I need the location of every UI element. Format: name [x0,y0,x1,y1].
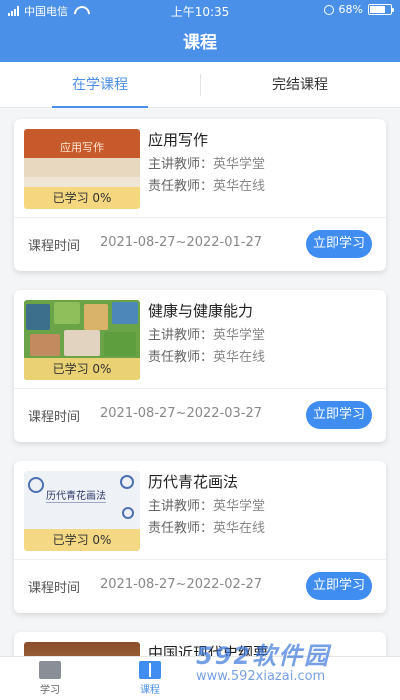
watermark-brand: 592软件园 [196,642,331,670]
status-bar: 中国电信 上午10:35 68% [0,0,400,20]
page-title: 课程 [183,33,217,53]
photo-tile [30,334,60,356]
course-name: 健康与健康能力 [148,302,254,320]
course-card[interactable]: 应用写作 已学习 0% 应用写作 主讲教师：英华学堂 责任教师：英华在线 课程时… [14,119,386,271]
tab-label: 在学课程 [72,77,128,93]
nav-courses[interactable]: 课程 [125,661,175,696]
course-thumbnail[interactable]: 历代青花画法 已学习 0% [24,471,140,551]
photo-tile [112,302,138,324]
battery-percent: 68% [338,3,363,16]
responsible-teacher: 责任教师：英华在线 [148,350,266,365]
porcelain-ornament [120,475,134,489]
battery-icon [368,4,394,15]
study-now-button[interactable]: 立即学习 [306,230,372,258]
photo-tile [26,304,50,330]
photo-tile [54,302,80,324]
course-thumbnail[interactable]: 已学习 0% [24,300,140,380]
photo-tile [64,330,100,356]
main-teacher: 主讲教师：英华学堂 [148,328,266,343]
top-bar: 中国电信 上午10:35 68% 课程 [0,0,400,62]
card-divider [14,217,386,218]
book-closed-icon [39,661,61,679]
course-time-label: 课程时间 [28,239,81,254]
course-card[interactable]: 已学习 0% 健康与健康能力 主讲教师：英华学堂 责任教师：英华在线 课程时间 … [14,290,386,442]
thumbnail-title: 历代青花画法 [46,487,106,503]
responsible-teacher: 责任教师：英华在线 [148,521,266,536]
responsible-teacher: 责任教师：英华在线 [148,179,266,194]
course-card[interactable]: 历代青花画法 已学习 0% 历代青花画法 主讲教师：英华学堂 责任教师：英华在线… [14,461,386,613]
nav-label: 课程 [140,685,160,696]
photo-tile [84,304,108,330]
nav-study[interactable]: 学习 [25,661,75,696]
card-divider [14,559,386,560]
photo-tile [104,332,136,356]
card-divider [14,388,386,389]
main-teacher: 主讲教师：英华学堂 [148,499,266,514]
watermark: 592软件园 www.592xiazai.com [196,636,396,696]
progress-label: 已学习 0% [24,358,140,380]
course-dates: 2021-08-27~2022-02-27 [100,577,262,592]
watermark-url: www.592xiazai.com [196,669,326,684]
progress-label: 已学习 0% [24,187,140,209]
progress-label: 已学习 0% [24,529,140,551]
course-name: 历代青花画法 [148,473,239,491]
thumbnail-title: 应用写作 [60,141,104,154]
tab-completed[interactable]: 完结课程 [200,62,400,108]
tab-label: 完结课程 [272,77,328,93]
main-teacher: 主讲教师：英华学堂 [148,157,266,172]
tab-in-progress[interactable]: 在学课程 [0,62,200,108]
active-tab-indicator [52,106,148,108]
course-tabs: 在学课程 完结课程 [0,62,400,108]
course-time-label: 课程时间 [28,581,81,596]
course-dates: 2021-08-27~2022-01-27 [100,235,262,250]
course-dates: 2021-08-27~2022-03-27 [100,406,262,421]
course-thumbnail[interactable]: 应用写作 已学习 0% [24,129,140,209]
orientation-lock-icon [323,4,334,15]
nav-label: 学习 [40,685,60,696]
study-now-button[interactable]: 立即学习 [306,401,372,429]
study-now-button[interactable]: 立即学习 [306,572,372,600]
book-open-icon [139,661,161,679]
course-time-label: 课程时间 [28,410,81,425]
porcelain-ornament [122,507,134,519]
porcelain-ornament [28,477,44,493]
course-name: 应用写作 [148,131,209,149]
